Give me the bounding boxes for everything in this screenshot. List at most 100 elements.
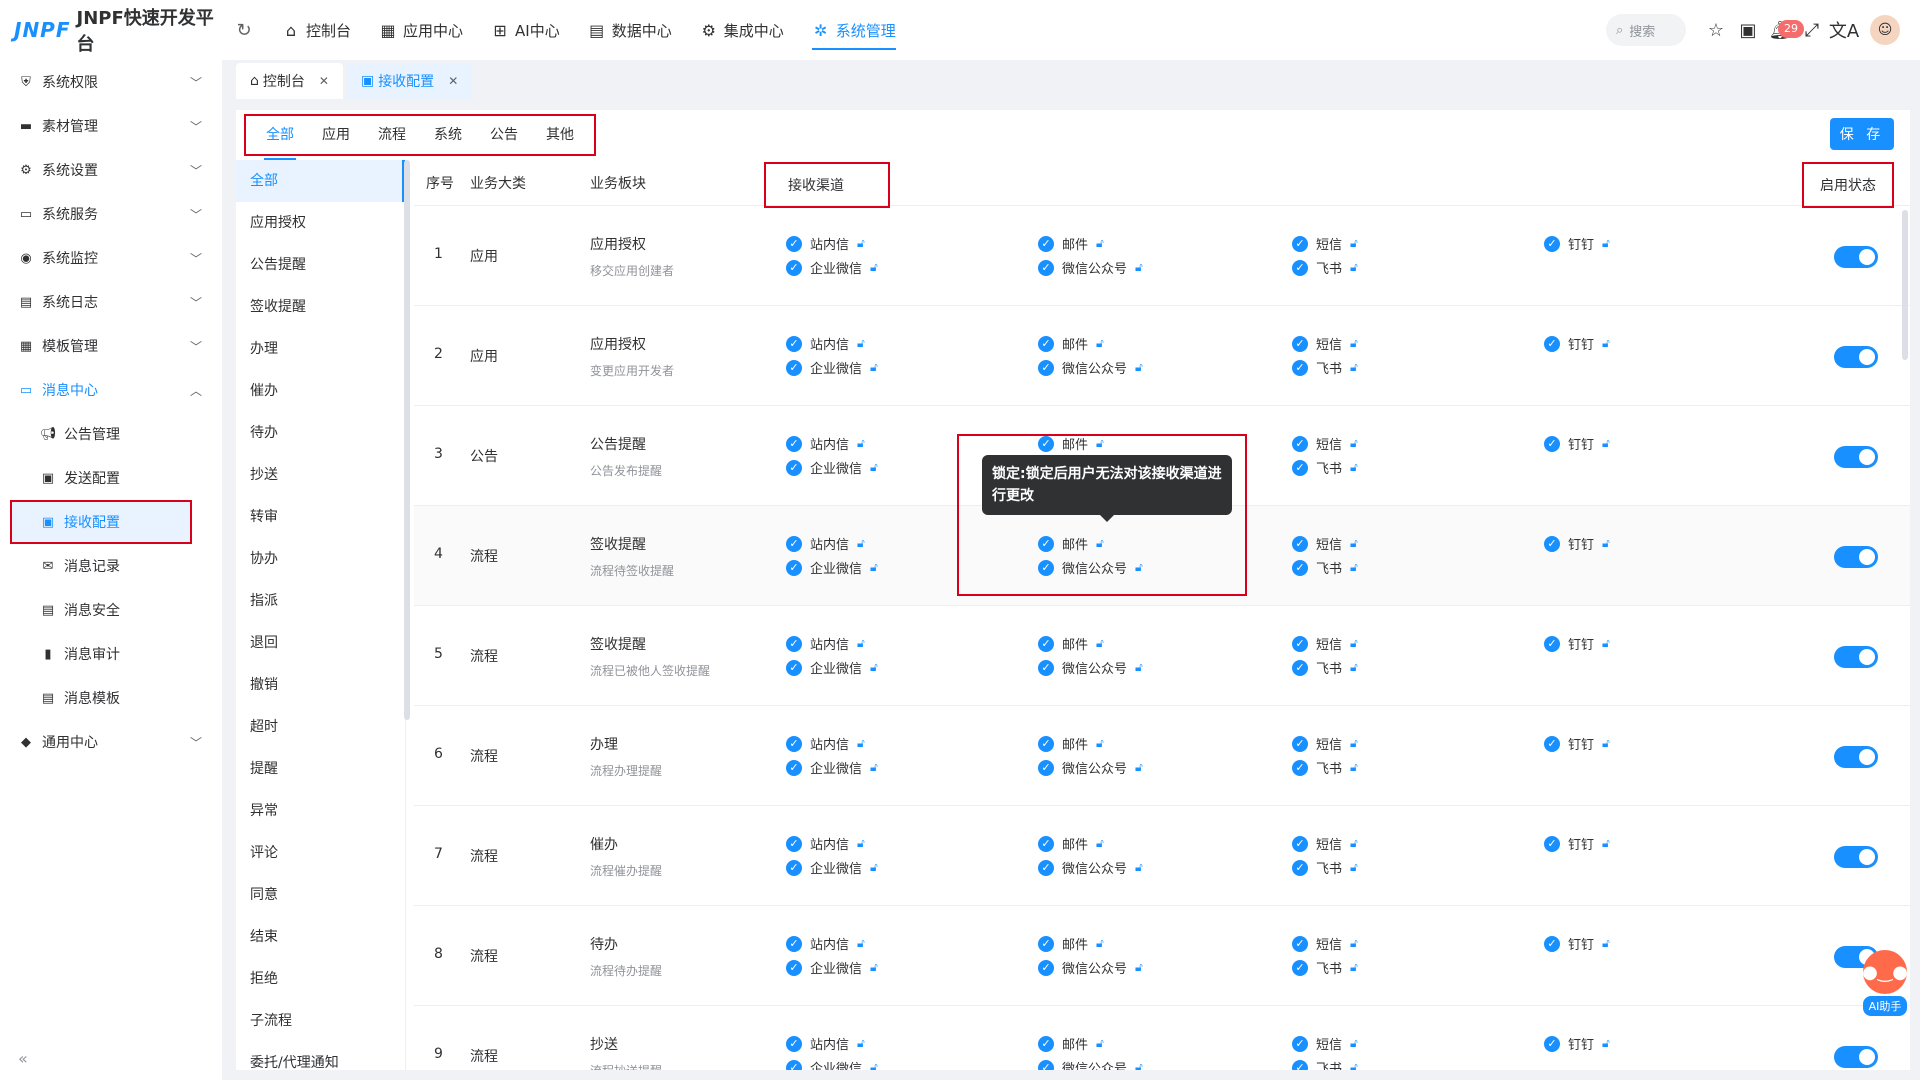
module-list-item[interactable]: 委托/代理通知	[236, 1042, 405, 1070]
logo[interactable]: JNPF JNPF快速开发平台	[0, 4, 230, 56]
sidebar-item-0[interactable]: ⛨ 系统权限 ﹀	[0, 60, 222, 104]
lock-icon[interactable]: 🔓︎	[1602, 536, 1610, 551]
enable-toggle[interactable]	[1834, 346, 1878, 368]
channel-checkbox[interactable]: ✓ 飞书 🔓︎	[1292, 558, 1358, 577]
channel-checkbox[interactable]: ✓ 短信 🔓︎	[1292, 634, 1358, 653]
channel-checkbox[interactable]: ✓ 飞书 🔓︎	[1292, 458, 1358, 477]
close-icon[interactable]: ✕	[319, 74, 329, 88]
topnav-item-5[interactable]: ✲ 系统管理	[798, 0, 910, 60]
channel-checkbox[interactable]: ✓ 飞书 🔓︎	[1292, 258, 1358, 277]
lock-icon[interactable]: 🔓︎	[1602, 736, 1610, 751]
channel-checkbox[interactable]: ✓ 微信公众号 🔓︎	[1038, 258, 1143, 277]
lock-icon[interactable]: 🔓︎	[1096, 636, 1104, 651]
page-tab-0[interactable]: ⌂ 控制台 ✕	[236, 63, 343, 99]
channel-checkbox[interactable]: ✓ 钉钉 🔓︎	[1544, 934, 1610, 953]
lock-icon[interactable]: 🔓︎	[870, 260, 878, 275]
channel-checkbox[interactable]: ✓ 短信 🔓︎	[1292, 734, 1358, 753]
sidebar-item-5[interactable]: ▤ 系统日志 ﹀	[0, 280, 222, 324]
channel-checkbox[interactable]: ✓ 邮件 🔓︎	[1038, 934, 1104, 953]
channel-checkbox[interactable]: ✓ 飞书 🔓︎	[1292, 658, 1358, 677]
lock-icon[interactable]: 🔓︎	[1350, 760, 1358, 775]
channel-checkbox[interactable]: ✓ 站内信 🔓︎	[786, 534, 865, 553]
enable-toggle[interactable]	[1834, 1046, 1878, 1068]
module-list-item[interactable]: 提醒	[236, 748, 405, 790]
close-icon[interactable]: ✕	[448, 74, 458, 88]
channel-checkbox[interactable]: ✓ 短信 🔓︎	[1292, 434, 1358, 453]
lock-icon[interactable]: 🔓︎	[1350, 636, 1358, 651]
channel-checkbox[interactable]: ✓ 站内信 🔓︎	[786, 834, 865, 853]
lock-icon[interactable]: 🔓︎	[870, 360, 878, 375]
channel-checkbox[interactable]: ✓ 微信公众号 🔓︎	[1038, 1058, 1143, 1070]
lock-icon[interactable]: 🔓︎	[857, 936, 865, 951]
channel-checkbox[interactable]: ✓ 企业微信 🔓︎	[786, 658, 878, 677]
avatar[interactable]: ☺	[1870, 15, 1900, 45]
category-tab-2[interactable]: 流程	[364, 116, 420, 154]
channel-checkbox[interactable]: ✓ 企业微信 🔓︎	[786, 558, 878, 577]
channel-checkbox[interactable]: ✓ 邮件 🔓︎	[1038, 234, 1104, 253]
channel-checkbox[interactable]: ✓ 微信公众号 🔓︎	[1038, 958, 1143, 977]
lock-icon[interactable]: 🔓︎	[1096, 236, 1104, 251]
module-list-item[interactable]: 抄送	[236, 454, 405, 496]
module-list-item[interactable]: 结束	[236, 916, 405, 958]
channel-checkbox[interactable]: ✓ 站内信 🔓︎	[786, 634, 865, 653]
lock-icon[interactable]: 🔓︎	[1350, 436, 1358, 451]
channel-checkbox[interactable]: ✓ 钉钉 🔓︎	[1544, 734, 1610, 753]
category-tab-0[interactable]: 全部	[252, 116, 308, 160]
sidebar-item-4[interactable]: ◉ 系统监控 ﹀	[0, 236, 222, 280]
module-list-item[interactable]: 全部	[236, 160, 405, 202]
lock-icon[interactable]: 🔓︎	[1096, 336, 1104, 351]
lock-icon[interactable]: 🔓︎	[1350, 1060, 1358, 1070]
lock-icon[interactable]: 🔓︎	[1350, 960, 1358, 975]
lock-icon[interactable]: 🔓︎	[1350, 736, 1358, 751]
lock-icon[interactable]: 🔓︎	[1350, 236, 1358, 251]
channel-checkbox[interactable]: ✓ 企业微信 🔓︎	[786, 758, 878, 777]
channel-checkbox[interactable]: ✓ 微信公众号 🔓︎	[1038, 858, 1143, 877]
module-list-item[interactable]: 撤销	[236, 664, 405, 706]
channel-checkbox[interactable]: ✓ 企业微信 🔓︎	[786, 858, 878, 877]
lock-icon[interactable]: 🔓︎	[1135, 360, 1143, 375]
lock-icon[interactable]: 🔓︎	[1350, 336, 1358, 351]
lock-icon[interactable]: 🔓︎	[1350, 460, 1358, 475]
enable-toggle[interactable]	[1834, 446, 1878, 468]
module-list-item[interactable]: 异常	[236, 790, 405, 832]
channel-checkbox[interactable]: ✓ 站内信 🔓︎	[786, 234, 865, 253]
enable-toggle[interactable]	[1834, 846, 1878, 868]
channel-checkbox[interactable]: ✓ 钉钉 🔓︎	[1544, 834, 1610, 853]
sidebar-item-2[interactable]: ⚙ 系统设置 ﹀	[0, 148, 222, 192]
channel-checkbox[interactable]: ✓ 短信 🔓︎	[1292, 834, 1358, 853]
module-list-item[interactable]: 办理	[236, 328, 405, 370]
lock-icon[interactable]: 🔓︎	[1096, 936, 1104, 951]
lock-icon[interactable]: 🔓︎	[857, 636, 865, 651]
channel-checkbox[interactable]: ✓ 企业微信 🔓︎	[786, 958, 878, 977]
lock-icon[interactable]: 🔓︎	[1350, 836, 1358, 851]
ai-helper[interactable]: ●‿● AI助手	[1860, 950, 1910, 1016]
lock-icon[interactable]: 🔓︎	[1350, 536, 1358, 551]
lock-icon[interactable]: 🔓︎	[1602, 336, 1610, 351]
channel-checkbox[interactable]: ✓ 飞书 🔓︎	[1292, 758, 1358, 777]
channel-checkbox[interactable]: ✓ 钉钉 🔓︎	[1544, 1034, 1610, 1053]
channel-checkbox[interactable]: ✓ 钉钉 🔓︎	[1544, 634, 1610, 653]
topnav-item-2[interactable]: ⊞ AI中心	[477, 0, 574, 60]
sidebar-item-1[interactable]: ▬ 素材管理 ﹀	[0, 104, 222, 148]
lock-icon[interactable]: 🔓︎	[870, 860, 878, 875]
category-tab-5[interactable]: 其他	[532, 116, 588, 154]
channel-checkbox[interactable]: ✓ 企业微信 🔓︎	[786, 458, 878, 477]
topnav-item-1[interactable]: ▦ 应用中心	[365, 0, 477, 60]
channel-checkbox[interactable]: ✓ 飞书 🔓︎	[1292, 1058, 1358, 1070]
lock-icon[interactable]: 🔓︎	[1135, 660, 1143, 675]
sidebar-item-common[interactable]: ◆ 通用中心 ﹀	[0, 720, 222, 764]
lock-icon[interactable]: 🔓︎	[1096, 836, 1104, 851]
lock-icon[interactable]: 🔓︎	[1350, 360, 1358, 375]
refresh-icon[interactable]: ↻	[230, 16, 258, 44]
lock-icon[interactable]: 🔓︎	[870, 560, 878, 575]
profile-card-icon[interactable]: ▣	[1732, 14, 1764, 46]
bell-icon[interactable]: 🔔︎ 29	[1764, 14, 1804, 46]
lock-icon[interactable]: 🔓︎	[1602, 636, 1610, 651]
module-list-item[interactable]: 子流程	[236, 1000, 405, 1042]
translate-icon[interactable]: 文A	[1828, 14, 1860, 46]
channel-checkbox[interactable]: ✓ 微信公众号 🔓︎	[1038, 758, 1143, 777]
lock-icon[interactable]: 🔓︎	[1350, 936, 1358, 951]
channel-checkbox[interactable]: ✓ 站内信 🔓︎	[786, 434, 865, 453]
enable-toggle[interactable]	[1834, 746, 1878, 768]
channel-checkbox[interactable]: ✓ 飞书 🔓︎	[1292, 958, 1358, 977]
